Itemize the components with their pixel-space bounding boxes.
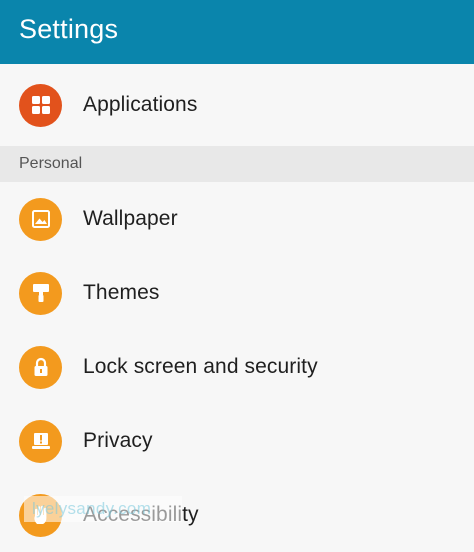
page-title: Settings bbox=[19, 13, 119, 44]
section-label: Personal bbox=[19, 155, 83, 172]
lock-icon bbox=[19, 345, 62, 389]
settings-item-applications[interactable]: Applications bbox=[0, 64, 474, 146]
settings-item-themes[interactable]: Themes bbox=[0, 256, 474, 330]
paint-roller-icon bbox=[19, 271, 62, 315]
image-icon bbox=[19, 197, 62, 241]
settings-item-label: Lock screen and security bbox=[83, 355, 318, 378]
settings-item-label: Themes bbox=[83, 281, 160, 304]
hand-icon bbox=[19, 493, 62, 537]
settings-item-label: Applications bbox=[83, 93, 198, 116]
app-bar: Settings bbox=[0, 0, 474, 64]
settings-list: Applications Personal Wallpaper Themes L… bbox=[0, 64, 474, 552]
settings-item-accessibility[interactable]: Accessibility bbox=[0, 478, 474, 552]
settings-item-label: Accessibility bbox=[83, 503, 199, 526]
settings-item-wallpaper[interactable]: Wallpaper bbox=[0, 182, 474, 256]
grid-icon bbox=[19, 83, 62, 127]
settings-item-lock-screen-and-security[interactable]: Lock screen and security bbox=[0, 330, 474, 404]
settings-item-label: Wallpaper bbox=[83, 207, 178, 230]
section-header-personal: Personal bbox=[0, 146, 474, 182]
settings-item-label: Privacy bbox=[83, 429, 153, 452]
settings-item-privacy[interactable]: Privacy bbox=[0, 404, 474, 478]
privacy-alert-icon bbox=[19, 419, 62, 463]
